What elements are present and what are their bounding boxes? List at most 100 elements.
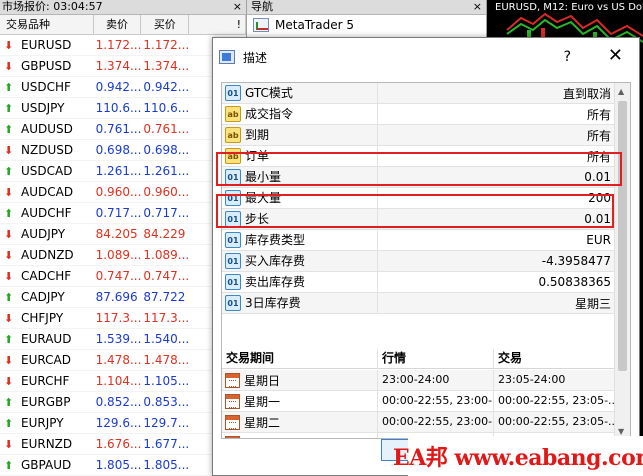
property-label: GTC模式 xyxy=(245,83,378,103)
market-watch-row[interactable]: ⬇EURNZD1.676...1.677...40 xyxy=(0,434,246,455)
market-watch-close-icon[interactable]: × xyxy=(233,0,242,14)
property-row[interactable]: ab 到期 所有 xyxy=(222,125,615,146)
property-value: -4.3958477 xyxy=(541,254,611,268)
market-watch-row[interactable]: ⬇ AUDNZD 1.089... 1.089... xyxy=(0,245,246,266)
market-watch-row[interactable]: ⬆GBPAUD1.805...1.805...54 xyxy=(0,455,246,476)
session-row[interactable]: 星期一 00:00-22:55, 23:00-... 00:00-22:55, 23… xyxy=(222,391,615,412)
bid-cell: 84.205 xyxy=(95,227,138,241)
property-value: 0.50838365 xyxy=(538,275,611,289)
property-value: 所有 xyxy=(586,128,611,143)
symbol-cell: ⬆ AUDUSD xyxy=(0,122,94,136)
scrollbar-thumb[interactable] xyxy=(618,101,627,371)
market-watch-row[interactable]: ⬇ AUDCAD 0.960... 0.960... xyxy=(0,182,246,203)
arrow-down-icon: ⬇ xyxy=(4,185,14,199)
col-symbol-header[interactable]: 交易品种 xyxy=(0,15,94,34)
arrow-up-icon: ⬆ xyxy=(4,80,14,94)
help-icon[interactable]: ? xyxy=(564,49,571,65)
bid-cell: 1.676... xyxy=(95,437,142,451)
symbol-name: EURAUD xyxy=(21,332,72,346)
description-dialog: 描述 ? ✕ 01 GTC模式 直到取消 ab 成交指令 所有 ab 到期 所有 ab 订单 所有 01… xyxy=(212,37,640,476)
market-watch-row[interactable]: ⬇ AUDJPY 84.205 84.229 xyxy=(0,224,246,245)
symbol-cell: ⬇ CADCHF xyxy=(0,269,94,283)
scroll-down-icon[interactable]: ▼ xyxy=(618,427,624,436)
ask-cell: 87.722 xyxy=(143,290,186,304)
market-watch-row[interactable]: ⬇ GBPUSD 1.374... 1.374... xyxy=(0,56,246,77)
arrow-up-icon: ⬆ xyxy=(4,206,14,220)
dialog-app-icon xyxy=(219,50,235,64)
symbol-cell: ⬆ AUDCHF xyxy=(0,206,94,220)
arrow-up-icon: ⬆ xyxy=(4,101,14,115)
property-row[interactable]: 01 GTC模式 直到取消 xyxy=(222,83,615,104)
close-icon[interactable]: ✕ xyxy=(608,45,623,66)
symbol-cell: ⬆ USDJPY xyxy=(0,101,94,115)
ask-cell: 84.229 xyxy=(143,227,186,241)
symbol-name: USDCHF xyxy=(21,80,71,94)
ask-cell: 0.761... xyxy=(143,122,190,136)
property-label: 卖出库存费 xyxy=(245,272,378,292)
symbol-cell: ⬇ AUDJPY xyxy=(0,227,94,241)
market-watch-row[interactable]: ⬆ USDCHF 0.942... 0.942... xyxy=(0,77,246,98)
navigator-item-metatrader[interactable]: MetaTrader 5 xyxy=(247,15,486,35)
ask-cell: 129.7... xyxy=(143,416,190,430)
market-watch-row[interactable]: ⬇ EURCAD 1.478... 1.478... xyxy=(0,350,246,371)
property-row[interactable]: 01 库存费类型 EUR xyxy=(222,230,615,251)
navigator-close-icon[interactable]: × xyxy=(473,0,482,14)
property-row[interactable]: ab 订单 所有 xyxy=(222,146,615,167)
col-ask-header[interactable]: 买价 xyxy=(141,15,190,34)
symbol-cell: ⬆ CADJPY xyxy=(0,290,94,304)
scroll-up-icon[interactable]: ▲ xyxy=(618,87,624,96)
numeric-type-icon: 01 xyxy=(225,295,241,311)
market-watch-row[interactable]: ⬇ EURCHF 1.104... 1.105... xyxy=(0,371,246,392)
numeric-type-icon: 01 xyxy=(225,253,241,269)
col-spread-header[interactable]: ! xyxy=(189,15,246,34)
bid-cell: 0.942... xyxy=(95,80,142,94)
market-watch-row[interactable]: ⬆ EURAUD 1.539... 1.540... xyxy=(0,329,246,350)
symbol-cell: ⬇ NZDUSD xyxy=(0,143,94,157)
property-row[interactable]: 01 3日库存费 星期三 xyxy=(222,293,615,314)
property-value: 200 xyxy=(588,191,611,205)
symbol-cell: ⬇ AUDCAD xyxy=(0,185,94,199)
ask-cell: 0.960... xyxy=(143,185,190,199)
col-bid-header[interactable]: 卖价 xyxy=(94,15,142,34)
market-watch-row[interactable]: ⬆ USDCAD 1.261... 1.261... xyxy=(0,161,246,182)
ask-cell: 117.3... xyxy=(143,311,190,325)
market-watch-row[interactable]: ⬇ NZDUSD 0.698... 0.698... xyxy=(0,140,246,161)
property-row[interactable]: 01 最大量 200 xyxy=(222,188,615,209)
arrow-up-icon: ⬆ xyxy=(4,122,14,136)
market-watch-row[interactable]: ⬇ CHFJPY 117.3... 117.3... xyxy=(0,308,246,329)
symbol-cell: ⬆ USDCHF xyxy=(0,80,94,94)
market-watch-row[interactable]: ⬆ CADJPY 87.696 87.722 xyxy=(0,287,246,308)
market-watch-row[interactable]: ⬆ EURJPY 129.6... 129.7... xyxy=(0,413,246,434)
property-value: 所有 xyxy=(586,107,611,122)
session-quote: 00:00-22:55, 23:00-... xyxy=(378,391,494,411)
market-watch-row[interactable]: ⬇ EURUSD 1.172... 1.172... xyxy=(0,35,246,56)
arrow-down-icon: ⬇ xyxy=(4,227,14,241)
market-watch-row[interactable]: ⬆ AUDUSD 0.761... 0.761... xyxy=(0,119,246,140)
market-watch-row[interactable]: ⬆ AUDCHF 0.717... 0.717... xyxy=(0,203,246,224)
dialog-titlebar[interactable]: 描述 ? ✕ xyxy=(213,38,639,76)
property-row[interactable]: ab 成交指令 所有 xyxy=(222,104,615,125)
numeric-type-icon: 01 xyxy=(225,85,241,101)
property-row[interactable]: 01 买入库存费 -4.3958477 xyxy=(222,251,615,272)
session-row[interactable]: 星期二 00:00-22:55, 23:00-... 00:00-22:55, 23… xyxy=(222,412,615,433)
session-row[interactable]: 星期日 23:00-24:00 23:05-24:00 xyxy=(222,370,615,391)
symbol-cell: ⬆ EURAUD xyxy=(0,332,94,346)
property-label: 最大量 xyxy=(245,188,378,208)
symbol-cell: ⬇ GBPUSD xyxy=(0,59,94,73)
symbol-properties-list[interactable]: 01 GTC模式 直到取消 ab 成交指令 所有 ab 到期 所有 ab 订单 所有 01 最小量 0.01… xyxy=(221,82,631,439)
market-watch-row[interactable]: ⬆ EURGBP 0.852... 0.853... xyxy=(0,392,246,413)
bid-cell: 1.261... xyxy=(95,164,142,178)
market-watch-row[interactable]: ⬇ CADCHF 0.747... 0.747... xyxy=(0,266,246,287)
property-row[interactable]: 01 卖出库存费 0.50838365 xyxy=(222,272,615,293)
property-value: 直到取消 xyxy=(562,86,611,101)
bid-cell: 1.374... xyxy=(95,59,142,73)
session-trade: 00:00-22:55, 23:05-... xyxy=(498,415,615,428)
ask-cell: 110.6... xyxy=(143,101,190,115)
property-row[interactable]: 01 最小量 0.01 xyxy=(222,167,615,188)
vertical-scrollbar[interactable]: ▲ ▼ xyxy=(614,83,630,438)
symbol-cell: ⬇ EURCHF xyxy=(0,374,94,388)
property-label: 步长 xyxy=(245,209,378,229)
property-row[interactable]: 01 步长 0.01 xyxy=(222,209,615,230)
property-value: 0.01 xyxy=(584,170,611,184)
market-watch-row[interactable]: ⬆ USDJPY 110.6... 110.6... xyxy=(0,98,246,119)
